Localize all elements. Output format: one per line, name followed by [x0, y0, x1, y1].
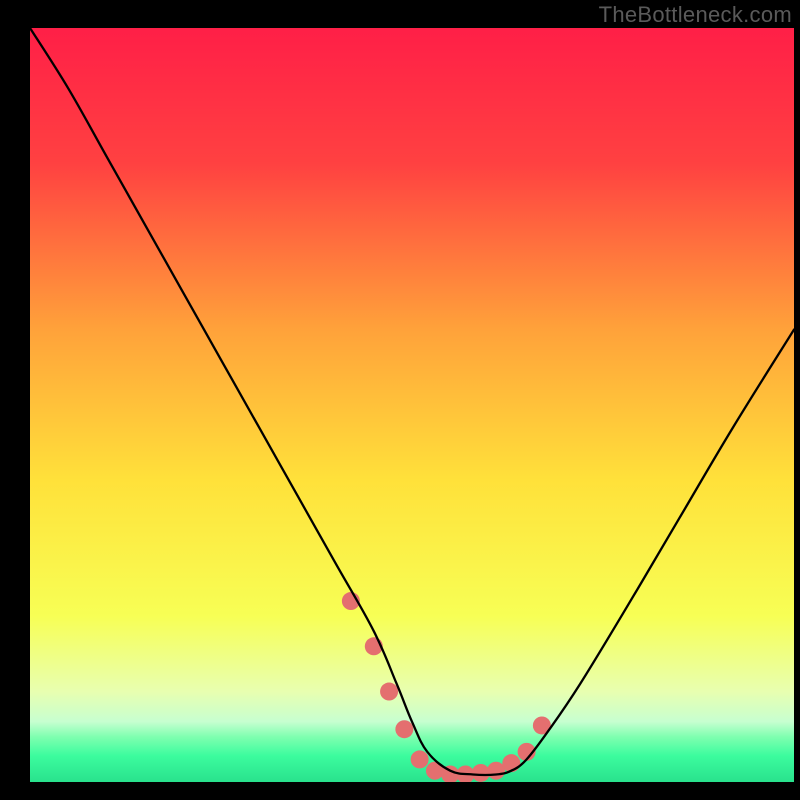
- watermark-text: TheBottleneck.com: [599, 2, 792, 28]
- marker-dot: [472, 764, 490, 782]
- marker-dot: [380, 683, 398, 701]
- chart-frame: TheBottleneck.com: [0, 0, 800, 800]
- marker-dot: [395, 720, 413, 738]
- plot-area: [30, 28, 794, 782]
- marker-dot: [411, 750, 429, 768]
- marker-dot: [487, 762, 505, 780]
- gradient-background: [30, 28, 794, 782]
- chart-svg: [30, 28, 794, 782]
